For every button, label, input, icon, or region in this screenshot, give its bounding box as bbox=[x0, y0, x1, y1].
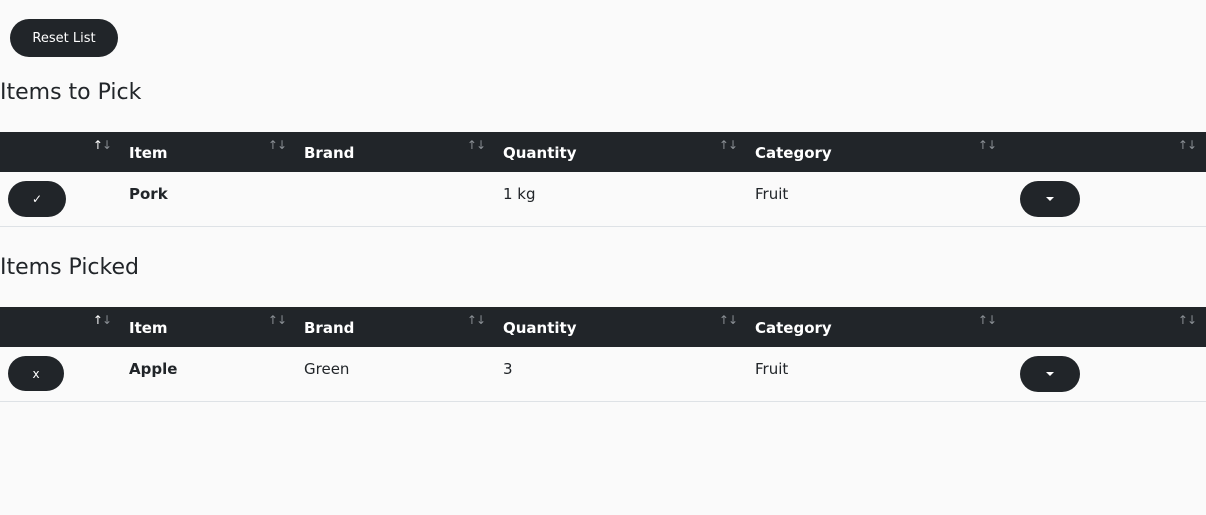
sort-icon[interactable]: ↑↓ bbox=[93, 314, 112, 326]
quantity-cell: 3 bbox=[503, 360, 513, 378]
column-header-action[interactable]: ↑↓ bbox=[0, 132, 121, 172]
sort-icon[interactable]: ↑↓ bbox=[978, 314, 997, 326]
menu-cell bbox=[1006, 172, 1206, 226]
category-cell: Fruit bbox=[755, 360, 789, 378]
sort-icon[interactable]: ↑↓ bbox=[1178, 139, 1197, 151]
sort-icon[interactable]: ↑↓ bbox=[467, 314, 486, 326]
action-cell: x bbox=[0, 347, 121, 401]
column-header-brand[interactable]: Brand ↑↓ bbox=[296, 307, 495, 347]
sort-icon[interactable]: ↑↓ bbox=[719, 139, 738, 151]
sort-icon[interactable]: ↑↓ bbox=[978, 139, 997, 151]
column-header-quantity[interactable]: Quantity ↑↓ bbox=[495, 307, 747, 347]
column-header-brand[interactable]: Brand ↑↓ bbox=[296, 132, 495, 172]
sort-icon[interactable]: ↑↓ bbox=[719, 314, 738, 326]
items-picked-table: ↑↓ Item ↑↓ Brand ↑↓ Quantity ↑↓ Category ↑↓ … bbox=[0, 307, 1206, 402]
table-row: x Apple Green 3 Fruit bbox=[0, 347, 1206, 401]
table-header-row: ↑↓ Item ↑↓ Brand ↑↓ Quantity ↑↓ Category ↑↓ … bbox=[0, 307, 1206, 347]
caret-down-icon bbox=[1046, 197, 1054, 201]
column-header-category[interactable]: Category ↑↓ bbox=[747, 307, 1006, 347]
quantity-cell: 1 kg bbox=[503, 185, 536, 203]
column-header-item[interactable]: Item ↑↓ bbox=[121, 132, 296, 172]
unpick-item-button[interactable]: x bbox=[8, 356, 64, 391]
column-header-category[interactable]: Category ↑↓ bbox=[747, 132, 1006, 172]
item-cell: Apple bbox=[129, 360, 178, 378]
brand-cell: Green bbox=[304, 360, 350, 378]
column-header-action[interactable]: ↑↓ bbox=[0, 307, 121, 347]
sort-icon[interactable]: ↑↓ bbox=[467, 139, 486, 151]
sort-icon[interactable]: ↑↓ bbox=[268, 314, 287, 326]
sort-icon[interactable]: ↑↓ bbox=[268, 139, 287, 151]
column-header-menu[interactable]: ↑↓ bbox=[1006, 132, 1206, 172]
item-cell: Pork bbox=[129, 185, 168, 203]
table-row: ✓ Pork 1 kg Fruit bbox=[0, 172, 1206, 226]
items-to-pick-table: ↑↓ Item ↑↓ Brand ↑↓ Quantity ↑↓ Category ↑↓ … bbox=[0, 132, 1206, 227]
column-header-item[interactable]: Item ↑↓ bbox=[121, 307, 296, 347]
column-header-menu[interactable]: ↑↓ bbox=[1006, 307, 1206, 347]
category-cell: Fruit bbox=[755, 185, 789, 203]
column-header-quantity[interactable]: Quantity ↑↓ bbox=[495, 132, 747, 172]
table-header-row: ↑↓ Item ↑↓ Brand ↑↓ Quantity ↑↓ Category ↑↓ … bbox=[0, 132, 1206, 172]
sort-icon[interactable]: ↑↓ bbox=[93, 139, 112, 151]
caret-down-icon bbox=[1046, 372, 1054, 376]
shopping-list-page: Reset List Items to Pick ↑↓ Item ↑↓ Brand… bbox=[0, 0, 1206, 515]
row-menu-button[interactable] bbox=[1020, 356, 1080, 392]
items-to-pick-title: Items to Pick bbox=[0, 80, 142, 105]
brand-cell bbox=[296, 172, 495, 226]
row-menu-button[interactable] bbox=[1020, 181, 1080, 217]
menu-cell bbox=[1006, 347, 1206, 401]
action-cell: ✓ bbox=[0, 172, 121, 226]
pick-item-button[interactable]: ✓ bbox=[8, 181, 66, 217]
sort-icon[interactable]: ↑↓ bbox=[1178, 314, 1197, 326]
reset-list-button[interactable]: Reset List bbox=[10, 19, 118, 57]
items-picked-title: Items Picked bbox=[0, 255, 139, 280]
